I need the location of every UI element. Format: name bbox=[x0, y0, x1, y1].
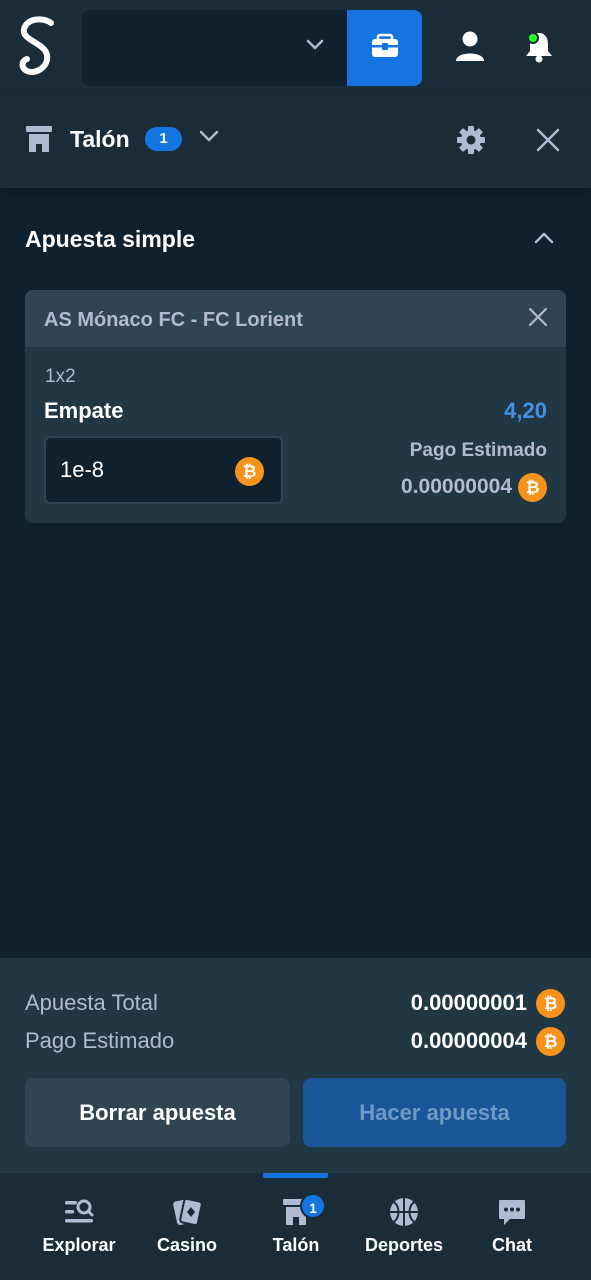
nav-label: Talón bbox=[272, 1235, 320, 1255]
match-name[interactable]: AS Mónaco FC - FC Lorient bbox=[44, 309, 303, 332]
basketball-icon bbox=[387, 1195, 421, 1229]
nav-item-explorar[interactable]: Explorar bbox=[20, 1173, 138, 1280]
betslip-count-badge: 1 bbox=[145, 127, 182, 151]
close-icon bbox=[528, 307, 548, 332]
bet-type-title: Apuesta simple bbox=[25, 226, 195, 252]
bell-icon bbox=[523, 29, 555, 68]
nav-betslip-badge: 1 bbox=[300, 1193, 326, 1219]
browse-icon bbox=[62, 1195, 96, 1229]
nav-label: Casino bbox=[156, 1235, 217, 1255]
bitcoin-icon: ₿ bbox=[518, 473, 547, 502]
betslip-icon bbox=[25, 124, 53, 159]
remove-bet-button[interactable] bbox=[525, 306, 551, 332]
bitcoin-icon: ₿ bbox=[235, 457, 264, 486]
total-stake-label: Apuesta Total bbox=[25, 990, 158, 1015]
nav-item-deportes[interactable]: Deportes bbox=[345, 1173, 463, 1280]
bitcoin-icon: ₿ bbox=[536, 1027, 565, 1056]
nav-label: Deportes bbox=[364, 1235, 444, 1255]
close-icon bbox=[536, 128, 560, 157]
chevron-up-icon bbox=[533, 231, 555, 250]
collapse-section-button[interactable] bbox=[530, 226, 558, 254]
odds-value: 4,20 bbox=[504, 398, 547, 423]
wallet-button[interactable] bbox=[347, 10, 422, 86]
clear-bets-button[interactable]: Borrar apuesta bbox=[25, 1078, 290, 1147]
chevron-down-icon bbox=[305, 38, 325, 57]
nav-item-talon[interactable]: Talón bbox=[237, 1173, 355, 1280]
estimated-payout-label: Pago Estimado bbox=[409, 440, 547, 461]
nav-item-chat[interactable]: Chat bbox=[453, 1173, 571, 1280]
chevron-down-icon[interactable] bbox=[198, 128, 220, 149]
betslip-title: Talón bbox=[70, 126, 130, 152]
bitcoin-icon: ₿ bbox=[536, 989, 565, 1018]
notifications-button[interactable] bbox=[517, 26, 561, 70]
place-bet-button[interactable]: Hacer apuesta bbox=[303, 1078, 566, 1147]
user-icon bbox=[455, 30, 485, 67]
wallet-icon bbox=[370, 33, 400, 64]
currency-select[interactable] bbox=[82, 10, 347, 86]
bet-card: AS Mónaco FC - FC Lorient 1x2 Empate 4,2… bbox=[25, 290, 566, 523]
estimated-payout-value: 0.00000004 bbox=[401, 475, 512, 498]
bet-card-header: AS Mónaco FC - FC Lorient bbox=[25, 290, 566, 347]
nav-label: Explorar bbox=[42, 1235, 116, 1255]
nav-label: Chat bbox=[492, 1235, 532, 1255]
nav-item-casino[interactable]: Casino bbox=[128, 1173, 246, 1280]
stake-field[interactable]: ₿ bbox=[44, 436, 283, 504]
stake-logo-icon[interactable] bbox=[14, 14, 60, 80]
total-stake-value: 0.00000001 bbox=[410, 990, 527, 1015]
market-label: 1x2 bbox=[45, 366, 76, 387]
user-button[interactable] bbox=[448, 26, 492, 70]
cards-icon bbox=[170, 1195, 204, 1229]
chat-icon bbox=[495, 1195, 529, 1229]
est-payout-label: Pago Estimado bbox=[25, 1028, 175, 1053]
gear-icon bbox=[456, 125, 486, 160]
settings-button[interactable] bbox=[452, 123, 490, 161]
stake-input[interactable] bbox=[60, 454, 220, 486]
selection-label: Empate bbox=[44, 398, 124, 423]
close-betslip-button[interactable] bbox=[530, 124, 566, 160]
est-payout-value: 0.00000004 bbox=[410, 1028, 527, 1053]
